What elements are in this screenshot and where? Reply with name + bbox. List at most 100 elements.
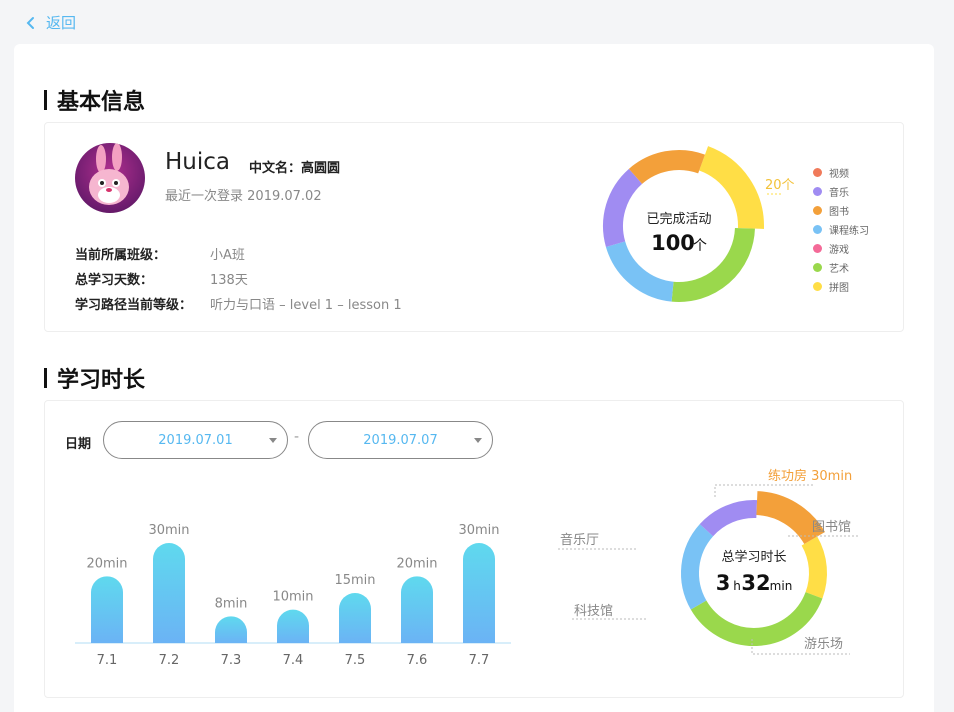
info-key: 当前所属班级： bbox=[75, 248, 167, 263]
basic-info-title-text: 基本信息 bbox=[57, 90, 146, 115]
daily-study-bar-chart: 20min 7.1 30min 7.2 8min 7.3 10min 7.4 15min 7.5 2… bbox=[75, 523, 511, 668]
bar-value-label: 8min bbox=[215, 596, 248, 611]
legend-item: 视频 bbox=[813, 163, 869, 182]
bar-value-label: 30min bbox=[458, 523, 499, 538]
info-key: 学习路径当前等级： bbox=[75, 298, 193, 313]
last-login-date: 2019.07.02 bbox=[247, 189, 322, 204]
x-tick-label: 7.6 bbox=[407, 653, 428, 668]
x-tick-label: 7.3 bbox=[221, 653, 242, 668]
activity-center-label: 已完成活动 bbox=[646, 212, 711, 227]
last-login: 最近一次登录 2019.07.02 bbox=[165, 185, 322, 204]
caret-down-icon bbox=[269, 438, 277, 443]
donut-segment-图书馆 bbox=[801, 536, 827, 599]
chevron-left-icon bbox=[26, 16, 34, 29]
activity-center-value: 100 bbox=[651, 231, 695, 255]
legend-label: 拼图 bbox=[829, 283, 849, 294]
legend-label: 视频 bbox=[829, 169, 849, 180]
total-minutes: 32 bbox=[741, 571, 770, 595]
donut-segment-练功房 bbox=[755, 491, 826, 545]
bunny-avatar-icon bbox=[89, 143, 129, 205]
info-row-level: 学习路径当前等级： 听力与口语 – level 1 – lesson 1 bbox=[75, 294, 402, 313]
study-time-title-text: 学习时长 bbox=[57, 368, 146, 393]
legend-item: 拼图 bbox=[813, 277, 869, 296]
chinese-name-label: 中文名： bbox=[249, 161, 302, 176]
donut-segment-音乐 bbox=[603, 168, 643, 247]
legend-dot bbox=[813, 263, 822, 272]
activity-callout: 20个 bbox=[765, 178, 795, 193]
legend-dot bbox=[813, 187, 822, 196]
legend-label: 图书 bbox=[829, 207, 849, 218]
callout-music-hall: 音乐厅 bbox=[560, 532, 599, 548]
legend-dot bbox=[813, 168, 822, 177]
info-row-days: 总学习天数： 138天 bbox=[75, 269, 248, 288]
title-bar bbox=[44, 90, 47, 110]
info-key: 总学习天数： bbox=[75, 273, 154, 288]
total-hours: 3 bbox=[716, 571, 731, 595]
bar-value-label: 20min bbox=[86, 556, 127, 571]
basic-info-panel: Huica 中文名：高圆圆 最近一次登录 2019.07.02 当前所属班级： 小… bbox=[44, 122, 904, 332]
date-from-value: 2019.07.01 bbox=[158, 432, 233, 448]
bar-7.6 bbox=[401, 576, 433, 643]
legend-label: 音乐 bbox=[829, 188, 849, 199]
activity-donut-chart: 20个 已完成活动 100 个 bbox=[603, 146, 795, 302]
callout-library: 图书馆 bbox=[812, 520, 851, 535]
date-from-select[interactable]: 2019.07.01 bbox=[103, 421, 288, 459]
donut-segment-游乐场 bbox=[690, 591, 823, 646]
top-bar: 返回 bbox=[0, 0, 954, 44]
last-login-label: 最近一次登录 bbox=[165, 189, 244, 204]
callout-practice-room: 练功房 30min bbox=[768, 468, 852, 484]
back-label: 返回 bbox=[46, 14, 77, 32]
avatar bbox=[75, 143, 145, 213]
caret-down-icon bbox=[474, 438, 482, 443]
study-time-title: 学习时长 bbox=[44, 362, 145, 394]
info-row-class: 当前所属班级： 小A班 bbox=[75, 244, 245, 263]
info-value: 138天 bbox=[210, 273, 248, 288]
legend-label: 课程练习 bbox=[829, 226, 869, 237]
legend-dot bbox=[813, 225, 822, 234]
donut-segment-科技馆 bbox=[681, 524, 714, 610]
legend-dot bbox=[813, 206, 822, 215]
date-label: 日期 bbox=[65, 437, 92, 452]
x-tick-label: 7.1 bbox=[97, 653, 118, 668]
legend-dot bbox=[813, 244, 822, 253]
legend-item: 艺术 bbox=[813, 258, 869, 277]
title-bar bbox=[44, 368, 47, 388]
bar-value-label: 20min bbox=[396, 556, 437, 571]
date-to-value: 2019.07.07 bbox=[363, 432, 438, 448]
bar-7.1 bbox=[91, 576, 123, 643]
legend-label: 艺术 bbox=[829, 264, 849, 275]
main-card: 基本信息 Huica 中文名：高圆圆 最近一次登录 2019.07.02 当前所… bbox=[14, 44, 934, 712]
chinese-name: 中文名：高圆圆 bbox=[249, 157, 340, 176]
total-study-label: 总学习时长 bbox=[721, 549, 786, 565]
x-tick-label: 7.4 bbox=[283, 653, 304, 668]
date-to-select[interactable]: 2019.07.07 bbox=[308, 421, 493, 459]
legend-dot bbox=[813, 282, 822, 291]
bar-value-label: 10min bbox=[272, 590, 313, 605]
chinese-name-value: 高圆圆 bbox=[301, 161, 341, 176]
callout-playground: 游乐场 bbox=[804, 637, 843, 652]
activity-center-unit: 个 bbox=[693, 238, 707, 254]
activity-legend: 视频 音乐 图书 课程练习 游戏 艺术 拼图 bbox=[813, 163, 869, 296]
x-tick-label: 7.2 bbox=[159, 653, 180, 668]
bar-value-label: 15min bbox=[334, 573, 375, 588]
hours-unit: h bbox=[733, 579, 741, 593]
bar-7.5 bbox=[339, 593, 371, 643]
bar-7.2 bbox=[153, 543, 185, 643]
bar-7.3 bbox=[215, 616, 247, 643]
legend-item: 游戏 bbox=[813, 239, 869, 258]
study-time-donut-chart: 练功房 30min 图书馆 音乐厅 科技馆 游乐场 总学习时长 3 h 32 m… bbox=[558, 468, 858, 655]
username: Huica bbox=[165, 149, 231, 175]
info-value: 听力与口语 – level 1 – lesson 1 bbox=[210, 298, 402, 313]
info-value: 小A班 bbox=[210, 248, 245, 263]
legend-item: 图书 bbox=[813, 201, 869, 220]
minutes-unit: min bbox=[770, 579, 793, 593]
donut-segment-音乐厅 bbox=[699, 500, 758, 537]
basic-info-title: 基本信息 bbox=[44, 84, 145, 116]
bar-7.7 bbox=[463, 543, 495, 643]
legend-item: 课程练习 bbox=[813, 220, 869, 239]
donut-segment-图书 bbox=[628, 150, 705, 185]
bar-7.4 bbox=[277, 609, 309, 643]
x-tick-label: 7.7 bbox=[469, 653, 490, 668]
legend-item: 音乐 bbox=[813, 182, 869, 201]
back-button[interactable]: 返回 bbox=[26, 12, 76, 33]
